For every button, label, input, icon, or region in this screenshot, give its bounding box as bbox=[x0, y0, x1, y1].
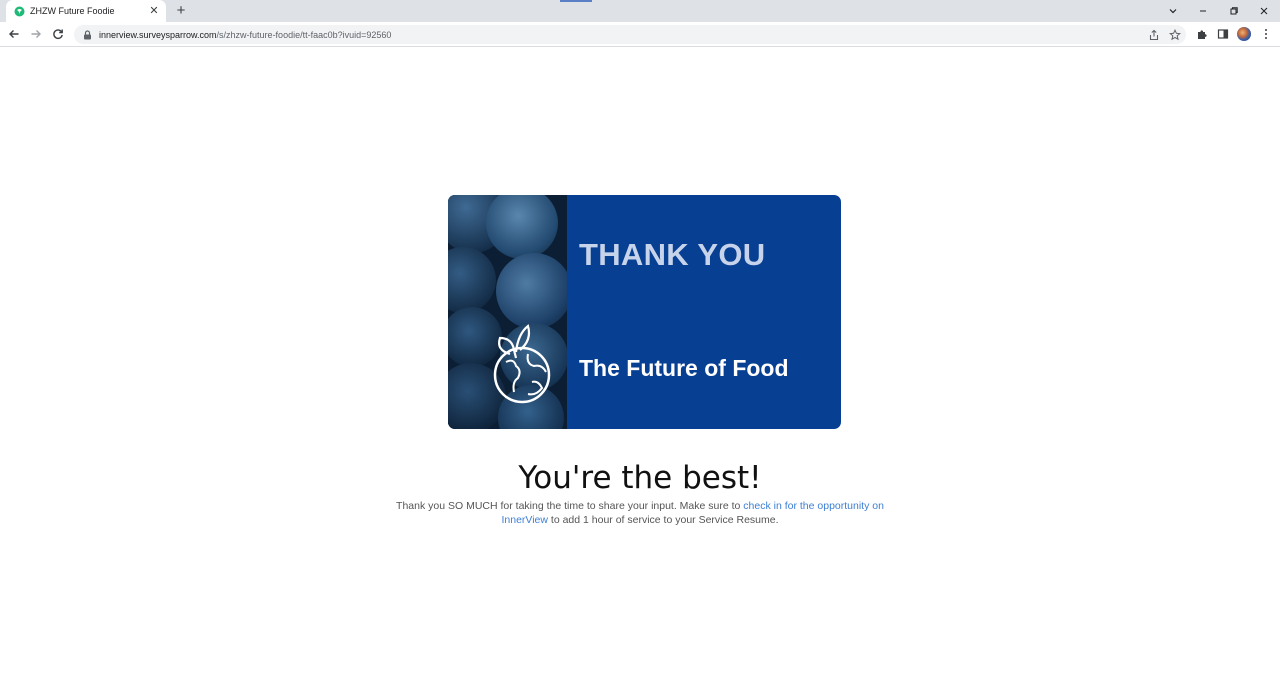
blueberries-photo bbox=[448, 195, 567, 429]
avatar bbox=[1237, 27, 1251, 41]
bookmark-star-icon[interactable] bbox=[1167, 27, 1182, 42]
profile-avatar[interactable] bbox=[1236, 26, 1252, 42]
banner-heading: THANK YOU bbox=[579, 237, 766, 272]
thank-you-banner-image: THANK YOU The Future of Food bbox=[448, 195, 841, 429]
url-text: innerview.surveysparrow.com/s/zhzw-futur… bbox=[99, 30, 391, 40]
reload-icon[interactable] bbox=[49, 25, 67, 43]
lock-icon[interactable] bbox=[82, 29, 93, 40]
tab-search-icon[interactable] bbox=[1158, 0, 1188, 22]
restore-icon[interactable] bbox=[1219, 0, 1249, 22]
close-window-icon[interactable] bbox=[1249, 0, 1279, 22]
more-menu-icon[interactable] bbox=[1258, 26, 1274, 42]
page-title: You're the best! bbox=[518, 460, 762, 496]
url-path: /s/zhzw-future-foodie/tt-faac0b?ivuid=92… bbox=[216, 29, 392, 40]
message-text-start: Thank you SO MUCH for taking the time to… bbox=[396, 500, 744, 512]
browser-tab[interactable]: ZHZW Future Foodie ✕ bbox=[6, 0, 166, 22]
tab-title: ZHZW Future Foodie bbox=[30, 6, 115, 16]
back-icon[interactable] bbox=[5, 25, 23, 43]
tab-close-icon[interactable]: ✕ bbox=[148, 5, 160, 17]
thank-you-message: Thank you SO MUCH for taking the time to… bbox=[390, 500, 890, 527]
address-bar[interactable]: innerview.surveysparrow.com/s/zhzw-futur… bbox=[74, 25, 1186, 44]
forward-icon[interactable] bbox=[27, 25, 45, 43]
minimize-icon[interactable] bbox=[1188, 0, 1218, 22]
extensions-puzzle-icon[interactable] bbox=[1194, 26, 1210, 42]
share-icon[interactable] bbox=[1146, 27, 1161, 42]
tab-strip: ZHZW Future Foodie ✕ + bbox=[0, 0, 1280, 22]
url-host: innerview.surveysparrow.com bbox=[99, 29, 217, 40]
banner-subheading: The Future of Food bbox=[579, 355, 789, 381]
globe-sprout-icon bbox=[493, 324, 551, 404]
surveysparrow-favicon-icon bbox=[14, 6, 25, 17]
tab-drag-indicator bbox=[560, 0, 592, 2]
new-tab-button[interactable]: + bbox=[172, 2, 190, 20]
message-text-end: to add 1 hour of service to your Service… bbox=[547, 513, 779, 526]
browser-toolbar: innerview.surveysparrow.com/s/zhzw-futur… bbox=[0, 22, 1280, 47]
side-panel-icon[interactable] bbox=[1215, 26, 1231, 42]
